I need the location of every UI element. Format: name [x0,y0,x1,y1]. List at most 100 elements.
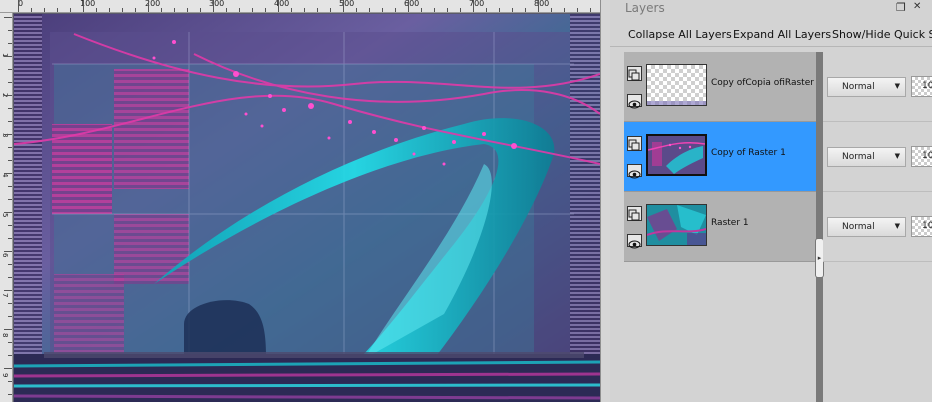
layer-properties-row: Normal ▼ 10 [823,122,932,192]
opacity-field[interactable]: 10 [911,76,932,97]
ruler-tick [317,8,318,12]
vertical-ruler: 1 2 3 4 5 6 7 8 9 [0,13,13,402]
blend-mode-value: Normal [842,222,875,232]
ruler-label: 600 [404,0,420,8]
collapse-all-layers-button[interactable]: Collapse All Layers [628,28,732,41]
palette-title: Layers [625,1,665,15]
ruler-tick [8,30,12,31]
image-canvas-area[interactable]: 0 100 200 300 400 500 600 700 800 1 2 3 … [0,0,600,402]
ruler-tick [395,8,396,12]
ruler-tick [96,8,97,12]
layers-icon[interactable] [627,206,642,221]
layer-row-selected[interactable]: Copy of Raster 1 [624,122,816,192]
ruler-tick [421,8,422,12]
ruler-tick [4,212,12,213]
layer-properties-row: Normal ▼ 10 [823,192,932,262]
expand-all-layers-button[interactable]: Expand All Layers [733,28,831,41]
ruler-tick [8,394,12,395]
palette-header: Layers ❐ ✕ [610,0,932,19]
eye-icon[interactable] [627,164,642,179]
ruler-label: 500 [339,0,355,8]
ruler-tick [8,199,12,200]
blend-mode-select[interactable]: Normal ▼ [827,217,906,237]
psp-window: 0 100 200 300 400 500 600 700 800 1 2 3 … [0,0,932,402]
ruler-tick [8,355,12,356]
ruler-tick [330,8,331,12]
ruler-tick [460,8,461,12]
ruler-tick [8,186,12,187]
layer-thumbnail[interactable] [646,64,707,106]
ruler-tick [304,8,305,12]
blend-mode-value: Normal [842,152,875,162]
artwork-image[interactable] [14,14,600,402]
ruler-tick [174,8,175,12]
ruler-tick [8,303,12,304]
ruler-tick [369,8,370,12]
layers-palette: Layers ❐ ✕ Collapse All Layers Expand Al… [610,0,932,402]
ruler-tick [343,0,344,12]
ruler-tick [8,121,12,122]
ruler-tick [4,290,12,291]
layers-icon[interactable] [627,66,642,81]
ruler-tick [499,8,500,12]
chevron-down-icon: ▼ [894,222,900,230]
layer-properties: Normal ▼ 10 Normal ▼ 10 Normal ▼ 10 [823,52,932,262]
ruler-tick [525,8,526,12]
restore-icon[interactable]: ❐ [896,1,906,14]
layer-name[interactable]: Copy ofCopia ofiRaster 1 [711,78,823,88]
ruler-tick [109,8,110,12]
ruler-tick [8,342,12,343]
ruler-tick [4,134,12,135]
ruler-tick [70,8,71,12]
ruler-tick [486,8,487,12]
ruler-tick [382,8,383,12]
ruler-tick [8,264,12,265]
eye-icon[interactable] [627,94,642,109]
ruler-tick [213,0,214,12]
opacity-value: 10 [922,151,932,161]
layer-name[interactable]: Copy of Raster 1 [711,148,786,158]
ruler-tick [8,225,12,226]
ruler-tick [4,173,12,174]
ruler-tick [31,8,32,12]
ruler-tick [564,8,565,12]
ruler-tick [57,8,58,12]
layers-scrollbar[interactable] [816,52,823,402]
ruler-tick [187,8,188,12]
blend-mode-select[interactable]: Normal ▼ [827,77,906,97]
layer-thumbnail[interactable] [646,134,707,176]
ruler-tick [4,56,12,57]
ruler-tick [18,0,19,12]
opacity-field[interactable]: 10 [911,146,932,167]
ruler-tick [4,251,12,252]
layers-icon[interactable] [627,136,642,151]
layers-list: Copy ofCopia ofiRaster 1 Copy of Raster … [624,52,823,262]
blend-mode-select[interactable]: Normal ▼ [827,147,906,167]
ruler-tick [83,0,84,12]
eye-icon[interactable] [627,234,642,249]
ruler-tick [8,108,12,109]
chevron-down-icon: ▼ [894,152,900,160]
ruler-tick [8,82,12,83]
opacity-value: 10 [922,221,932,231]
layer-thumbnail[interactable] [646,204,707,246]
panel-splitter[interactable] [600,0,610,402]
ruler-tick [122,8,123,12]
ruler-tick [4,329,12,330]
ruler-label: 400 [274,0,290,8]
ruler-label: 800 [534,0,550,8]
ruler-tick [8,277,12,278]
layer-row[interactable]: Raster 1 [624,192,816,262]
show-hide-quick-settings-button[interactable]: Show/Hide Quick Se [832,28,932,41]
ruler-tick [551,8,552,12]
ruler-label: 700 [469,0,485,8]
ruler-tick [356,8,357,12]
ruler-label: 9 [1,373,9,378]
ruler-tick [148,0,149,12]
layer-name[interactable]: Raster 1 [711,218,749,228]
layer-properties-row: Normal ▼ 10 [823,52,932,122]
close-icon[interactable]: ✕ [913,1,921,12]
layer-row[interactable]: Copy ofCopia ofiRaster 1 [624,52,823,122]
ruler-tick [135,8,136,12]
opacity-field[interactable]: 10 [911,216,932,237]
